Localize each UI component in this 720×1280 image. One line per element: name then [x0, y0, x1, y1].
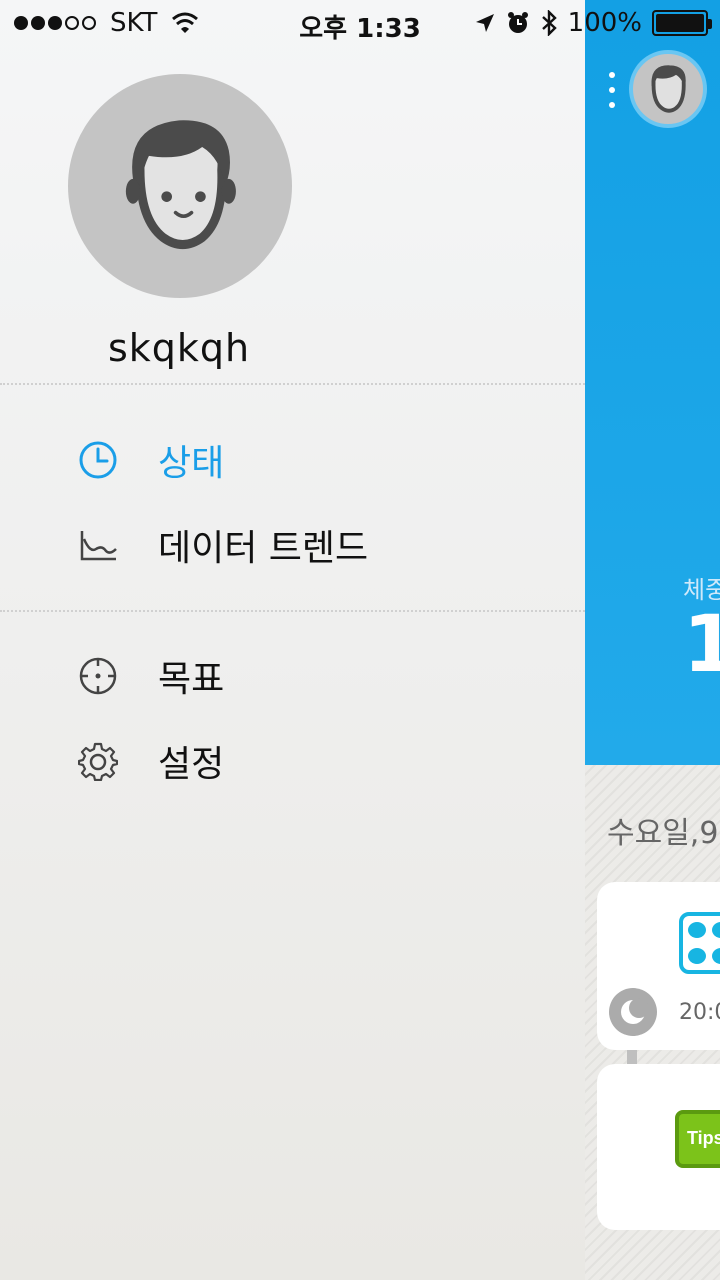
status-right: 100% — [474, 8, 712, 38]
date-label: 수요일,9 — [607, 816, 719, 851]
chart-line-icon — [80, 531, 117, 561]
profile-avatar[interactable] — [68, 74, 292, 298]
user-face-icon — [651, 65, 686, 113]
status-bar: SKT 오후 1:33 100% — [0, 0, 720, 48]
sleep-time: 20:0 — [679, 1000, 720, 1025]
gear-icon — [78, 742, 118, 781]
timeline-connector — [627, 1050, 637, 1064]
header-avatar[interactable] — [629, 50, 707, 128]
clock-icon — [79, 441, 117, 479]
target-icon — [79, 657, 117, 695]
battery-percent: 100% — [567, 8, 642, 38]
tips-icon: Tips — [675, 1110, 720, 1168]
side-drawer: skqkqh 상태 데이터 트렌드 목표 설정 — [0, 0, 585, 1280]
menu-label-goal: 목표 — [158, 659, 225, 700]
sleep-card[interactable]: 20:0 — [597, 882, 720, 1050]
menu-item-goal[interactable]: 목표 — [0, 640, 585, 712]
menu-item-status[interactable]: 상태 — [0, 424, 585, 496]
more-menu-button[interactable] — [607, 72, 617, 108]
menu-item-settings[interactable]: 설정 — [0, 725, 585, 797]
user-face-icon — [125, 120, 236, 249]
battery-icon — [652, 10, 712, 36]
battery-fill — [656, 14, 704, 32]
username: skqkqh — [108, 326, 251, 370]
bluetooth-icon — [541, 10, 557, 36]
weight-value: 1 — [683, 600, 720, 690]
divider — [0, 610, 585, 612]
tips-card[interactable]: Tips — [597, 1064, 720, 1230]
divider — [0, 383, 585, 385]
moon-icon — [609, 988, 657, 1036]
device-icon — [679, 912, 720, 974]
menu-label-settings: 설정 — [158, 744, 225, 785]
alarm-icon — [507, 12, 528, 33]
main-panel: 체중 1 수요일,9 20:0 Tips — [585, 0, 720, 1280]
menu-label-data-trend: 데이터 트렌드 — [158, 528, 369, 569]
menu-item-data-trend[interactable]: 데이터 트렌드 — [0, 509, 585, 581]
location-arrow-icon — [475, 14, 494, 32]
dashboard-header: 체중 1 — [585, 0, 720, 765]
menu-label-status: 상태 — [158, 443, 225, 484]
